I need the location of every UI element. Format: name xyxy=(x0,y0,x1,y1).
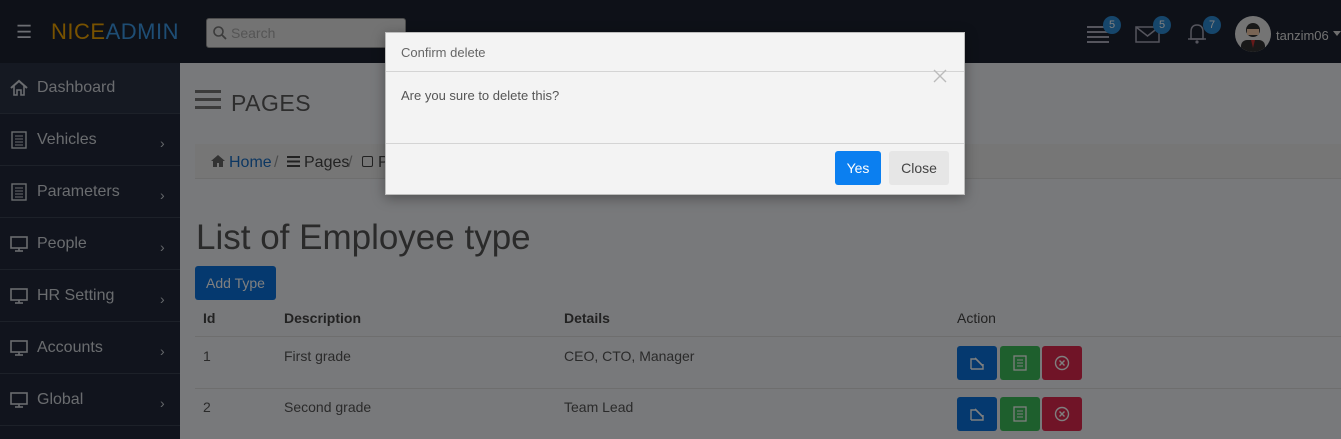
confirm-delete-dialog: Confirm delete Are you sure to delete th… xyxy=(385,32,965,195)
dialog-title: Confirm delete xyxy=(401,45,486,60)
dialog-message: Are you sure to delete this? xyxy=(401,88,560,103)
close-button[interactable]: Close xyxy=(889,151,949,185)
close-icon[interactable] xyxy=(933,69,947,83)
dialog-divider xyxy=(386,71,964,72)
dialog-divider xyxy=(386,143,964,144)
yes-button[interactable]: Yes xyxy=(835,151,881,185)
